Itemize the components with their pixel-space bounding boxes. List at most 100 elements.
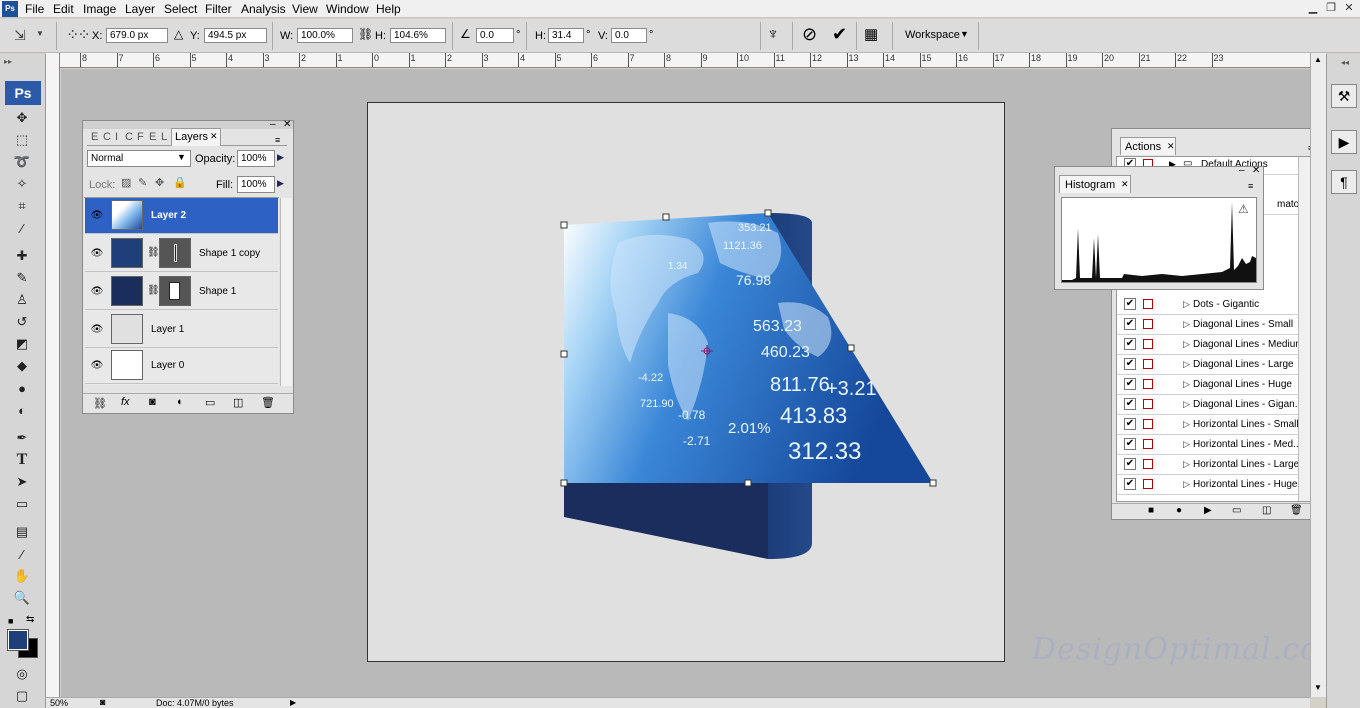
tab-histogram[interactable]: Histogram ✕: [1059, 175, 1131, 193]
menu-view[interactable]: View: [292, 1, 318, 17]
delete-layer-icon[interactable]: 🗑: [261, 396, 275, 409]
eyedropper-sample-tool-icon[interactable]: ⁄: [11, 544, 33, 564]
layer-name[interactable]: Layer 2: [151, 210, 186, 222]
action-row[interactable]: ✔ ▷ Diagonal Lines - Gigan...: [1117, 395, 1311, 415]
bridge-icon[interactable]: ▦: [864, 25, 878, 43]
stop-icon[interactable]: ■: [1148, 505, 1154, 516]
opacity-field[interactable]: 100%: [237, 150, 275, 167]
crop-tool-icon[interactable]: ⌗: [11, 196, 33, 216]
paragraph-icon[interactable]: ¶: [1331, 170, 1357, 194]
blend-mode-select[interactable]: Normal: [87, 150, 191, 167]
record-icon[interactable]: ●: [1176, 505, 1182, 516]
menu-analysis[interactable]: Analysis: [241, 1, 286, 17]
handle[interactable]: [929, 479, 937, 487]
hand-tool-icon[interactable]: ✋: [11, 566, 33, 586]
expand-action-icon[interactable]: ▷: [1183, 339, 1190, 350]
dialog-toggle-icon[interactable]: [1143, 479, 1153, 489]
action-name[interactable]: Diagonal Lines - Gigan...: [1193, 399, 1303, 411]
dodge-tool-icon[interactable]: ◐: [11, 400, 33, 420]
panel-menu-icon[interactable]: ≡: [1248, 181, 1253, 191]
horizontal-skew-field[interactable]: 31.4: [548, 28, 584, 43]
handle[interactable]: [847, 344, 855, 352]
zoom-tool-icon[interactable]: 🔍: [11, 588, 33, 608]
tab-close-icon[interactable]: ✕: [1121, 179, 1129, 190]
healing-brush-tool-icon[interactable]: ✚: [11, 246, 33, 266]
collapsed-tab[interactable]: E: [149, 129, 156, 145]
move-tool-icon[interactable]: ✥: [11, 108, 33, 128]
action-row[interactable]: ✔ ▷ Diagonal Lines - Large: [1117, 355, 1311, 375]
visibility-eye-icon[interactable]: 👁: [90, 286, 104, 298]
expand-action-icon[interactable]: ▷: [1183, 419, 1190, 430]
cancel-transform-icon[interactable]: ⊘: [802, 24, 817, 45]
add-mask-icon[interactable]: ◙: [149, 396, 156, 408]
collapsed-tab[interactable]: C: [103, 129, 111, 145]
action-checkbox[interactable]: ✔: [1124, 318, 1136, 330]
zoom-level[interactable]: 50%: [50, 698, 68, 708]
adjustment-layer-icon[interactable]: ◐: [177, 396, 184, 408]
panel-minimize-icon[interactable]: –: [1239, 165, 1245, 176]
tab-close-icon[interactable]: ✕: [1167, 141, 1175, 152]
new-action-icon[interactable]: ◫: [1262, 505, 1271, 516]
eyedropper-tool-icon[interactable]: ⁄: [11, 218, 33, 238]
history-brush-tool-icon[interactable]: ↺: [11, 312, 33, 332]
collapsed-tab[interactable]: F: [137, 129, 144, 145]
expand-dock-icon[interactable]: ◂◂: [1341, 58, 1349, 67]
collapsed-tab[interactable]: L: [161, 129, 167, 145]
workspace-button[interactable]: Workspace: [905, 28, 960, 42]
handle[interactable]: [744, 479, 752, 487]
height-field[interactable]: 104.6%: [390, 28, 446, 43]
quick-mask-icon[interactable]: ◎: [11, 664, 33, 684]
layers-scrollbar[interactable]: [280, 198, 292, 386]
panel-close-icon[interactable]: ✕: [1252, 165, 1260, 176]
action-name[interactable]: Diagonal Lines - Huge: [1193, 379, 1292, 391]
relative-position-icon[interactable]: △: [174, 27, 183, 41]
expand-action-icon[interactable]: ▷: [1183, 459, 1190, 470]
expand-action-icon[interactable]: ▷: [1183, 319, 1190, 330]
dialog-toggle-icon[interactable]: [1143, 439, 1153, 449]
new-set-icon[interactable]: ▭: [1232, 505, 1241, 516]
visibility-eye-icon[interactable]: 👁: [90, 248, 104, 260]
dialog-toggle-icon[interactable]: [1143, 379, 1153, 389]
menu-file[interactable]: File: [25, 1, 44, 17]
handle[interactable]: [560, 221, 568, 229]
visibility-eye-icon[interactable]: 👁: [90, 360, 104, 372]
scroll-down-icon[interactable]: ▼: [1314, 683, 1322, 692]
layer-name[interactable]: Layer 1: [151, 324, 184, 336]
scroll-up-icon[interactable]: ▲: [1314, 55, 1322, 64]
rectangle-shape-tool-icon[interactable]: ▭: [11, 494, 33, 514]
minimize-icon[interactable]: ▁: [1304, 1, 1322, 16]
menu-image[interactable]: Image: [83, 1, 116, 17]
workspace-chevron-icon[interactable]: ▼: [960, 29, 969, 39]
fill-slider-icon[interactable]: ▶: [277, 178, 284, 189]
expand-action-icon[interactable]: ▷: [1183, 379, 1190, 390]
action-row[interactable]: ✔ ▷ Horizontal Lines - Med...: [1117, 435, 1311, 455]
lock-pixels-icon[interactable]: ✎: [138, 176, 147, 189]
action-row[interactable]: ✔ ▷ Dots - Gigantic: [1117, 295, 1311, 315]
restore-icon[interactable]: ❐: [1322, 1, 1340, 16]
notes-tool-icon[interactable]: ▤: [11, 522, 33, 542]
lock-transparency-icon[interactable]: ▨: [121, 176, 131, 189]
action-row[interactable]: ✔ ▷ Horizontal Lines - Small: [1117, 415, 1311, 435]
handle[interactable]: [662, 213, 670, 221]
action-name[interactable]: Horizontal Lines - Small: [1193, 419, 1299, 431]
layer-row-shape-1[interactable]: 👁 ⛓ Shape 1: [85, 274, 278, 310]
x-position-field[interactable]: 679.0 px: [106, 28, 168, 43]
handle[interactable]: [764, 209, 772, 217]
menu-window[interactable]: Window: [326, 1, 369, 17]
chain-link-icon[interactable]: ⛓: [147, 247, 160, 258]
collapsed-tab[interactable]: C: [125, 129, 133, 145]
warp-mode-icon[interactable]: ♆: [767, 26, 779, 44]
action-checkbox[interactable]: ✔: [1124, 378, 1136, 390]
expand-action-icon[interactable]: ▷: [1183, 479, 1190, 490]
action-name[interactable]: Diagonal Lines - Small: [1193, 319, 1293, 331]
default-colors-icon[interactable]: ■: [8, 616, 13, 626]
action-checkbox[interactable]: ✔: [1124, 438, 1136, 450]
fill-field[interactable]: 100%: [237, 176, 275, 193]
action-row[interactable]: ✔ ▷ Diagonal Lines - Huge: [1117, 375, 1311, 395]
path-selection-tool-icon[interactable]: ➤: [11, 472, 33, 492]
handle[interactable]: [560, 350, 568, 358]
action-name[interactable]: Horizontal Lines - Large: [1193, 459, 1299, 471]
clone-stamp-tool-icon[interactable]: ♙: [11, 290, 33, 310]
paint-bucket-tool-icon[interactable]: ◆: [11, 356, 33, 376]
blur-tool-icon[interactable]: ●: [11, 378, 33, 398]
